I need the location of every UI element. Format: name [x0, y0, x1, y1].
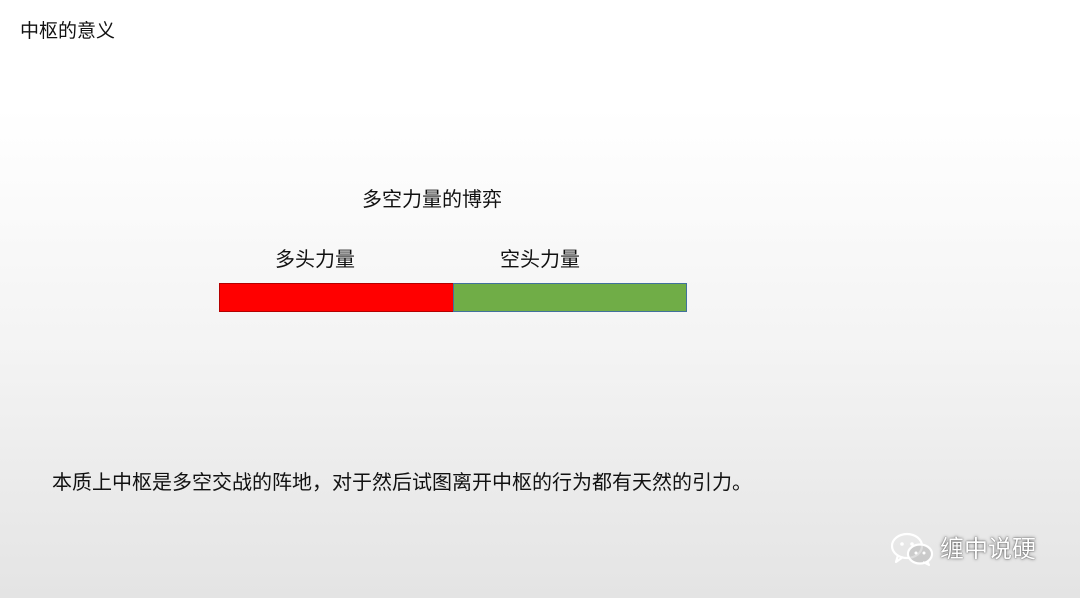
- force-balance-bar: [219, 283, 687, 312]
- short-force-segment: [453, 283, 687, 312]
- slide-subtitle: 多空力量的博弈: [362, 187, 502, 211]
- short-force-label: 空头力量: [500, 247, 580, 271]
- statement-text: 本质上中枢是多空交战的阵地，对于然后试图离开中枢的行为都有天然的引力。: [52, 470, 752, 494]
- watermark: 缠中说硬: [890, 532, 1036, 566]
- slide-title: 中枢的意义: [20, 20, 116, 42]
- watermark-text: 缠中说硬: [940, 535, 1036, 563]
- wechat-icon: [890, 532, 934, 566]
- long-force-segment: [219, 283, 453, 312]
- long-force-label: 多头力量: [275, 247, 355, 271]
